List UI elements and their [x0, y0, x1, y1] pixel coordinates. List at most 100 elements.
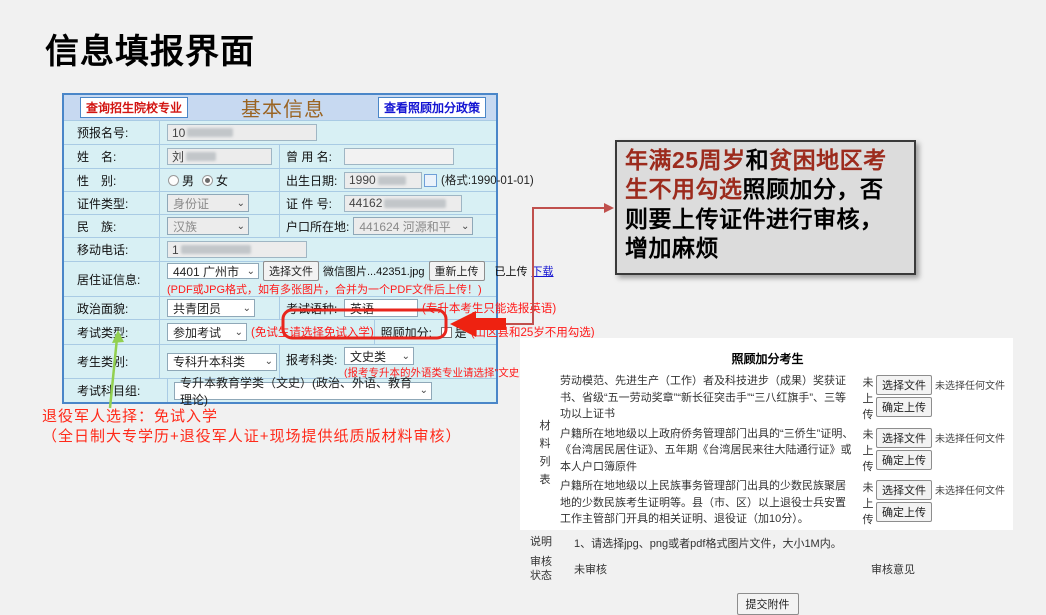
veteran-note-line1: 退役军人选择：免试入学 [42, 407, 462, 427]
exam-type-note: (免试生请选择免试入学) [251, 324, 374, 340]
choose-file-button-3[interactable]: 选择文件 [876, 480, 932, 500]
bonus-panel-title: 照顾加分考生 [530, 350, 1005, 367]
form-header: 查询招生院校专业 基本信息 查看照顾加分政策 [64, 95, 496, 120]
material-item-1: 劳动模范、先进生产（工作）者及科技进步（成果）奖获证书、省级“五一劳动奖章”“新… [560, 373, 1005, 423]
basic-info-form: 查询招生院校专业 基本信息 查看照顾加分政策 预报名号: 10 姓 名: 刘 曾… [62, 93, 498, 404]
language-label: 考试语种: [280, 300, 340, 317]
former-name-input[interactable] [344, 148, 454, 165]
veteran-note-line2: （全日制大专学历+退役军人证+现场提供纸质版材料审核） [42, 427, 462, 447]
name-input[interactable]: 刘 [167, 148, 272, 165]
exam-type-select[interactable]: 参加考试⌄ [167, 323, 247, 341]
no-file-text-3: 未选择任何文件 [935, 486, 1005, 497]
mobile-input[interactable]: 1 [167, 241, 307, 258]
confirm-upload-button-1[interactable]: 确定上传 [876, 397, 932, 417]
row-permit: 居住证信息: 4401 广州市⌄ 选择文件 微信图片...42351.jpg 重… [64, 261, 496, 296]
bonus-checkbox[interactable] [441, 327, 452, 338]
permit-label: 居住证信息: [64, 262, 160, 296]
row-subject-group: 考试科目组: 专升本教育学类（文史）(政治、外语、教育理论)⌄ [64, 378, 496, 402]
material-item-1-text: 劳动模范、先进生产（工作）者及科技进步（成果）奖获证书、省级“五一劳动奖章”“新… [560, 373, 860, 423]
political-label: 政治面貌: [64, 297, 160, 319]
subject-group-label: 考试科目组: [64, 379, 168, 402]
name-label: 姓 名: [64, 145, 160, 168]
subject-group-select[interactable]: 专升本教育学类（文史）(政治、外语、教育理论)⌄ [174, 382, 432, 400]
review-status-row: 审核 状态 未审核 审核意见 [530, 555, 1005, 584]
row-ethnic-residence: 民 族: 汉族⌄ 户口所在地: 441624 河源和平⌄ [64, 214, 496, 237]
ethnic-label: 民 族: [64, 215, 160, 237]
permit-choose-file-button[interactable]: 选择文件 [263, 261, 319, 281]
gender-male-radio[interactable] [168, 175, 179, 186]
row-mobile: 移动电话: 1 [64, 237, 496, 261]
review-opinion-label: 审核意见 [871, 561, 915, 577]
no-file-text-1: 未选择任何文件 [935, 381, 1005, 392]
chevron-down-icon: ⌄ [402, 351, 410, 362]
review-status-label: 审核 状态 [530, 555, 560, 584]
bonus-checkbox-text: 是 [455, 324, 467, 341]
bonus-callout-box: 年满25周岁和贫困地区考生不用勾选照顾加分，否则要上传证件进行审核，增加麻烦 [615, 140, 916, 275]
material-list-label: 材 料 列 表 [530, 373, 560, 531]
veteran-note: 退役军人选择：免试入学 （全日制大专学历+退役军人证+现场提供纸质版材料审核） [42, 407, 462, 448]
gender-label: 性 别: [64, 169, 160, 191]
no-file-text-2: 未选择任何文件 [935, 434, 1005, 445]
exam-type-label: 考试类型: [64, 320, 160, 344]
submit-attachments-button[interactable]: 提交附件 [737, 593, 799, 615]
gender-female-radio[interactable] [202, 175, 213, 186]
chevron-down-icon: ⌄ [237, 198, 245, 209]
page-title: 信息填报界面 [45, 24, 255, 73]
material-item-3-status: 未上传 [860, 478, 876, 528]
row-political-language: 政治面貌: 共青团员⌄ 考试语种: 英语⌄ (专升本考生只能选报英语) [64, 296, 496, 319]
material-item-3: 户籍所在地地级以上民族事务管理部门出具的少数民族聚居地的少数民族考生证明等。县（… [560, 478, 1005, 528]
gender-female-text: 女 [216, 172, 228, 189]
chevron-down-icon: ⌄ [265, 356, 273, 367]
row-idtype-idno: 证件类型: 身份证⌄ 证 件 号: 44162 [64, 191, 496, 214]
callout-text-1: 和 [746, 147, 770, 173]
chevron-down-icon: ⌄ [420, 385, 428, 396]
id-no-label: 证 件 号: [280, 195, 340, 212]
political-select[interactable]: 共青团员⌄ [167, 299, 255, 317]
birth-input[interactable]: 1990 [344, 172, 422, 189]
id-no-input[interactable]: 44162 [344, 195, 462, 212]
subject-class-label: 报考科类: [280, 347, 340, 368]
confirm-upload-button-3[interactable]: 确定上传 [876, 502, 932, 522]
material-item-1-status: 未上传 [860, 373, 876, 423]
confirm-upload-button-2[interactable]: 确定上传 [876, 450, 932, 470]
row-examtype-bonus: 考试类型: 参加考试⌄ (免试生请选择免试入学) 照顾加分: 是 (山区县和25… [64, 319, 496, 344]
permit-city-select[interactable]: 4401 广州市⌄ [167, 263, 259, 279]
birth-format-note: (格式:1990-01-01) [441, 172, 534, 188]
id-type-label: 证件类型: [64, 192, 160, 214]
view-bonus-policy-button[interactable]: 查看照顾加分政策 [378, 97, 486, 118]
small-red-arrow-icon [604, 203, 614, 213]
query-colleges-button[interactable]: 查询招生院校专业 [80, 97, 188, 118]
material-item-2-status: 未上传 [860, 426, 876, 476]
note-text: 1、请选择jpg、png或者pdf格式图片文件，大小1M内。 [574, 535, 842, 551]
permit-reupload-button[interactable]: 重新上传 [429, 261, 485, 281]
id-type-select[interactable]: 身份证⌄ [167, 194, 249, 212]
chevron-down-icon: ⌄ [235, 327, 243, 338]
permit-filename: 微信图片...42351.jpg [323, 263, 425, 279]
choose-file-button-1[interactable]: 选择文件 [876, 375, 932, 395]
mobile-label: 移动电话: [64, 238, 160, 261]
chevron-down-icon: ⌄ [406, 303, 414, 314]
material-item-3-text: 户籍所在地地级以上民族事务管理部门出具的少数民族聚居地的少数民族考生证明等。县（… [560, 478, 860, 528]
preno-input[interactable]: 10 [167, 124, 317, 141]
gender-male-text: 男 [182, 172, 194, 189]
permit-note: (PDF或JPG格式，如有多张图片，合并为一个PDF文件后上传！) [167, 281, 554, 297]
choose-file-button-2[interactable]: 选择文件 [876, 428, 932, 448]
language-note: (专升本考生只能选报英语) [422, 300, 556, 316]
language-select[interactable]: 英语⌄ [344, 299, 418, 317]
form-title: 基本信息 [241, 93, 325, 122]
bonus-label: 照顾加分: [375, 324, 435, 341]
row-gender-birth: 性 别: 男 女 出生日期: 1990 (格式:1990-01-01) [64, 168, 496, 191]
permit-uploaded-status: 已上传 [495, 263, 528, 279]
ethnic-select[interactable]: 汉族⌄ [167, 217, 249, 235]
subject-class-select[interactable]: 文史类⌄ [344, 347, 414, 365]
category-select[interactable]: 专科升本科类⌄ [167, 353, 277, 371]
callout-highlight-1: 年满25周岁 [625, 147, 746, 173]
calendar-icon[interactable] [424, 174, 437, 187]
note-label: 说明 [530, 535, 560, 551]
review-status-value: 未审核 [574, 561, 607, 577]
chevron-down-icon: ⌄ [461, 221, 469, 232]
permit-download-link[interactable]: 下载 [532, 263, 554, 279]
former-name-label: 曾 用 名: [280, 148, 340, 165]
note-row: 说明 1、请选择jpg、png或者pdf格式图片文件，大小1M内。 [530, 535, 1005, 551]
residence-select[interactable]: 441624 河源和平⌄ [353, 217, 473, 235]
